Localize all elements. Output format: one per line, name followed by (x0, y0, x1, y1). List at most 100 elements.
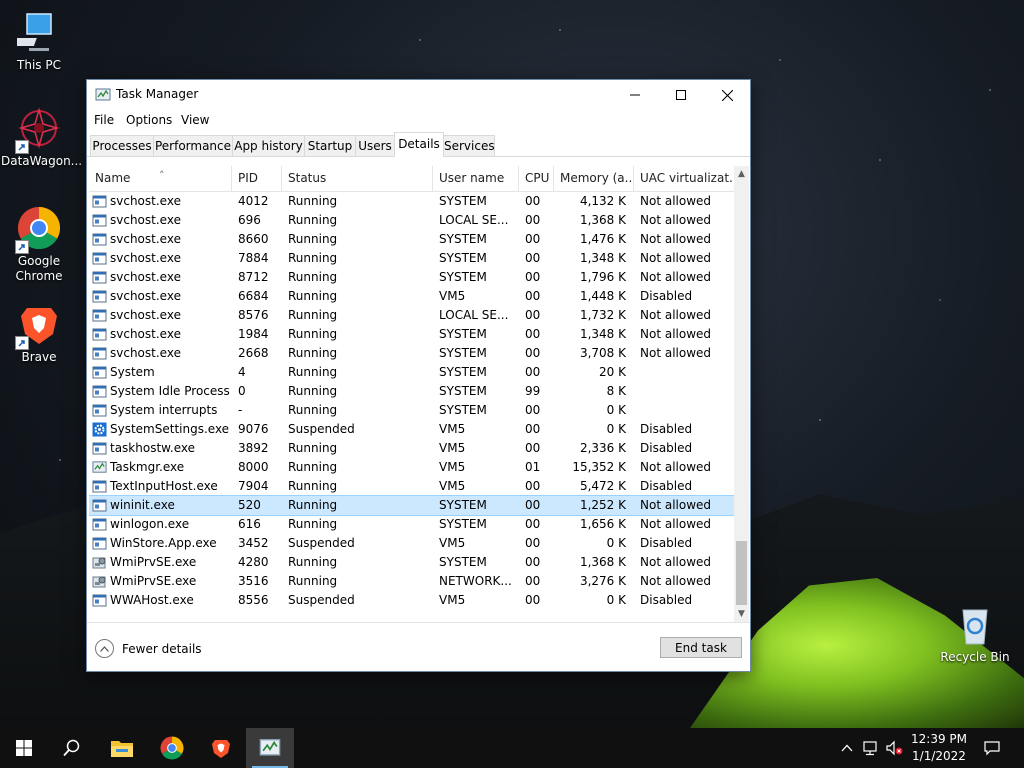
table-row[interactable]: System Idle Process 0 Running SYSTEM 99 8 K (89, 382, 734, 401)
cell-user-name: VM5 (439, 289, 466, 303)
fewer-details-button[interactable]: Fewer details (95, 639, 202, 658)
table-row[interactable]: svchost.exe 1984 Running SYSTEM 00 1,348 K Not… (89, 325, 734, 344)
end-task-button[interactable]: End task (660, 637, 742, 658)
scroll-up-icon[interactable]: ▲ (734, 166, 749, 182)
column-header-name[interactable]: ˄ Name (89, 166, 232, 191)
table-row[interactable]: svchost.exe 8576 Running LOCAL SE... 00 1,732… (89, 306, 734, 325)
cell-status: Running (288, 441, 338, 455)
cell-status: Running (288, 213, 338, 227)
table-row[interactable]: taskhostw.exe 3892 Running VM5 00 2,336 K Disa… (89, 439, 734, 458)
table-row[interactable]: WinStore.App.exe 3452 Suspended VM5 00 0 K Dis… (89, 534, 734, 553)
table-row[interactable]: WmiPrvSE.exe 3516 Running NETWORK... 00 3,276… (89, 572, 734, 591)
cell-pid: 8000 (238, 460, 269, 474)
table-row[interactable]: Taskmgr.exe 8000 Running VM5 01 15,352 K Not a… (89, 458, 734, 477)
cell-status: Running (288, 365, 338, 379)
cell-status: Running (288, 384, 338, 398)
table-row[interactable]: svchost.exe 4012 Running SYSTEM 00 4,132 K Not… (89, 192, 734, 211)
cell-pid: 8660 (238, 232, 269, 246)
scroll-down-icon[interactable]: ▼ (734, 606, 749, 622)
cell-memory: 20 K (599, 365, 626, 379)
tab-users[interactable]: Users (355, 135, 395, 156)
table-row[interactable]: System interrupts - Running SYSTEM 00 0 K (89, 401, 734, 420)
desktop-icon-this-pc[interactable]: This PC (1, 10, 77, 73)
cell-memory: 1,732 K (579, 308, 626, 322)
taskbar-task-manager[interactable] (246, 728, 294, 768)
tab-services[interactable]: Services (443, 135, 495, 156)
show-hidden-icons-button[interactable] (837, 728, 857, 768)
column-header-uac[interactable]: UAC virtualizat... (634, 166, 734, 191)
tab-details[interactable]: Details (394, 132, 444, 157)
taskbar-chrome[interactable] (148, 728, 196, 768)
maximize-button[interactable] (658, 80, 704, 110)
table-row[interactable]: svchost.exe 6684 Running VM5 00 1,448 K Disabl… (89, 287, 734, 306)
cell-status: Running (288, 498, 338, 512)
cell-status: Running (288, 346, 338, 360)
table-row[interactable]: System 4 Running SYSTEM 00 20 K (89, 363, 734, 382)
cell-memory: 3,708 K (579, 346, 626, 360)
search-button[interactable] (48, 728, 96, 768)
desktop-icon-label: Brave (21, 350, 57, 364)
table-row[interactable]: svchost.exe 2668 Running SYSTEM 00 3,708 K Not… (89, 344, 734, 363)
cell-cpu: 00 (525, 498, 541, 512)
network-button[interactable] (860, 728, 882, 768)
table-row[interactable]: SystemSettings.exe 9076 Suspended VM5 00 0 K D… (89, 420, 734, 439)
table-row[interactable]: WmiPrvSE.exe 4280 Running SYSTEM 00 1,368 K No… (89, 553, 734, 572)
table-row[interactable]: svchost.exe 8712 Running SYSTEM 00 1,796 K Not… (89, 268, 734, 287)
cell-memory: 2,336 K (579, 441, 626, 455)
taskbar-clock[interactable]: 12:39 PM 1/1/2022 (902, 731, 976, 765)
cell-uac: Not allowed (640, 555, 712, 569)
table-row[interactable]: winlogon.exe 616 Running SYSTEM 00 1,656 K Not… (89, 515, 734, 534)
chevron-up-icon (841, 744, 853, 752)
menu-view[interactable]: View (181, 113, 209, 127)
table-row[interactable]: svchost.exe 8660 Running SYSTEM 00 1,476 K Not… (89, 230, 734, 249)
table-row[interactable]: wininit.exe 520 Running SYSTEM 00 1,252 K Not … (89, 495, 734, 516)
task-manager-icon (95, 87, 111, 106)
tab-processes[interactable]: Processes (90, 135, 154, 156)
column-header-user-name[interactable]: User name (433, 166, 519, 191)
details-table: ˄ Name PID Status User name CPU Memory (… (89, 166, 734, 622)
vertical-scrollbar[interactable]: ▲ ▼ (734, 166, 749, 622)
menu-options[interactable]: Options (126, 113, 172, 127)
taskbar-brave[interactable] (197, 728, 245, 768)
close-button[interactable] (704, 80, 750, 110)
desktop-icon-brave[interactable]: Brave (1, 302, 77, 365)
taskbar-file-explorer[interactable] (98, 728, 146, 768)
cell-status: Running (288, 517, 338, 531)
desktop-icon-label: Recycle Bin (940, 650, 1010, 664)
table-row[interactable]: TextInputHost.exe 7904 Running VM5 00 5,472 K… (89, 477, 734, 496)
desktop-icon-recycle-bin[interactable]: Recycle Bin (937, 602, 1013, 665)
column-header-pid[interactable]: PID (232, 166, 282, 191)
cell-status: Running (288, 460, 338, 474)
column-header-memory[interactable]: Memory (a... (554, 166, 634, 191)
cell-memory: 0 K (606, 593, 626, 607)
scroll-thumb[interactable] (736, 541, 747, 605)
cell-pid: 3452 (238, 536, 269, 550)
cell-status: Running (288, 555, 338, 569)
title-bar[interactable]: Task Manager (87, 80, 750, 110)
cell-uac: Not allowed (640, 327, 712, 341)
table-row[interactable]: svchost.exe 696 Running LOCAL SE... 00 1,368 … (89, 211, 734, 230)
menu-file[interactable]: File (94, 113, 114, 127)
cell-cpu: 00 (525, 308, 541, 322)
table-row[interactable]: WWAHost.exe 8556 Suspended VM5 00 0 K Disabled (89, 591, 734, 610)
column-header-cpu[interactable]: CPU (519, 166, 554, 191)
action-center-button[interactable] (979, 728, 1005, 768)
brave-icon (15, 302, 61, 350)
minimize-button[interactable] (612, 80, 658, 110)
start-button[interactable] (0, 728, 48, 768)
cell-memory: 0 K (606, 422, 626, 436)
cell-pid: 0 (238, 384, 246, 398)
desktop-icon-datawagon[interactable]: DataWagon... (1, 106, 82, 169)
cell-uac (634, 363, 734, 382)
tab-performance[interactable]: Performance (153, 135, 233, 156)
cell-name: svchost.exe (110, 213, 181, 227)
column-header-status[interactable]: Status (282, 166, 433, 191)
cell-cpu: 99 (525, 384, 541, 398)
desktop-icon-google-chrome[interactable]: Google Chrome (1, 206, 77, 284)
tab-startup[interactable]: Startup (304, 135, 356, 156)
table-row[interactable]: svchost.exe 7884 Running SYSTEM 00 1,348 K Not… (89, 249, 734, 268)
tab-app-history[interactable]: App history (232, 135, 305, 156)
window-title: Task Manager (116, 87, 199, 101)
cell-uac: Disabled (640, 536, 693, 550)
cell-user-name: VM5 (439, 479, 466, 493)
